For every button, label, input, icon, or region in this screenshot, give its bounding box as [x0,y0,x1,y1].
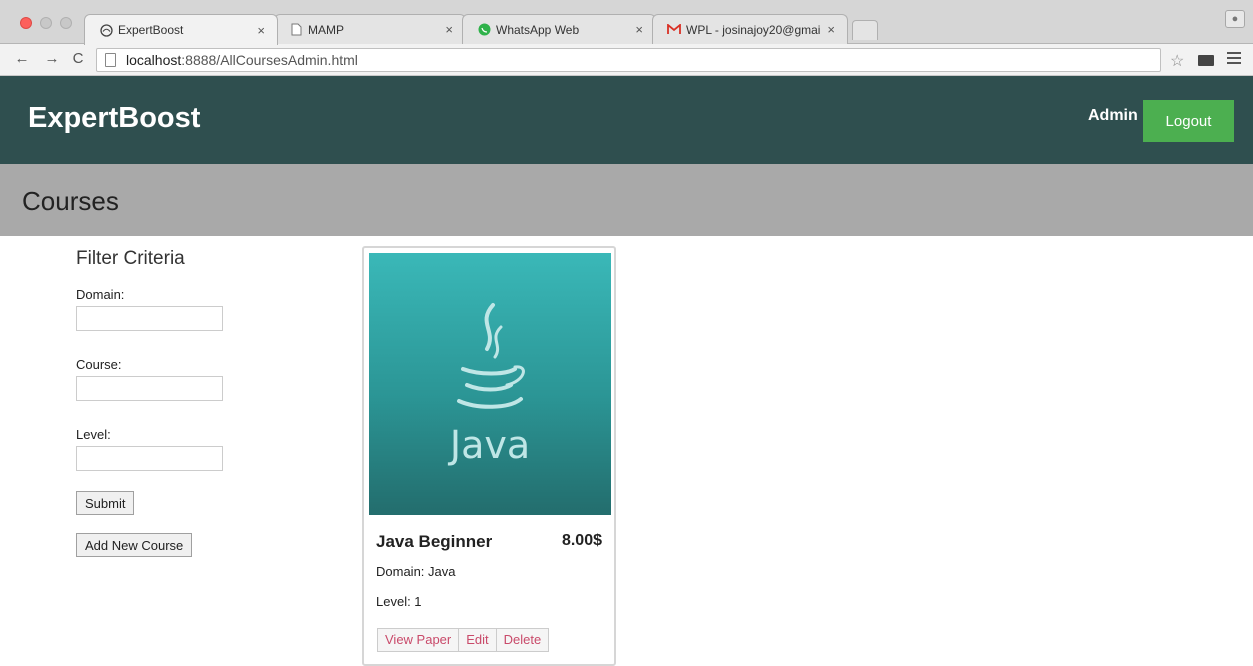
course-input[interactable] [76,376,223,401]
window-minimize-button[interactable] [40,17,52,29]
browser-tab-bar: ExpertBoost × MAMP × WhatsApp Web × WPL … [0,0,1253,45]
course-domain: Domain: Java [376,564,456,579]
tab-close-icon[interactable]: × [445,22,453,37]
tab-title: MAMP [308,22,344,37]
browser-tab-expertboost[interactable]: ExpertBoost × [84,14,278,45]
bookmark-star-icon[interactable]: ☆ [1170,51,1184,71]
course-price: 8.00$ [561,532,602,549]
page-title-bar: Courses [0,164,1253,236]
reload-icon[interactable]: C [68,50,88,67]
course-label: Course: [76,357,122,372]
browser-tab-mamp[interactable]: MAMP × [274,14,466,44]
domain-label: Domain: [76,287,125,302]
url-path: :8888/AllCoursesAdmin.html [181,52,358,68]
page-title: Courses [22,186,119,216]
edit-button[interactable]: Edit [458,628,497,652]
domain-input[interactable] [76,306,223,331]
tab-close-icon[interactable]: × [257,23,265,38]
cast-icon[interactable] [1198,55,1214,66]
site-header: ExpertBoost Admin Logout [0,76,1253,164]
user-role-label: Admin [1088,107,1138,124]
course-level: Level: 1 [376,594,422,609]
filter-panel: Filter Criteria Domain: Course: Level: S… [76,248,316,557]
site-brand: ExpertBoost [28,102,201,134]
filter-heading: Filter Criteria [76,248,185,269]
browser-tab-gmail[interactable]: WPL - josinajoy20@gmail.c × [652,14,848,44]
profile-icon[interactable]: ● [1225,10,1245,28]
window-zoom-button[interactable] [60,17,72,29]
course-image-caption: Java [448,423,530,467]
course-card: Java Java Beginner 8.00$ Domain: Java Le… [362,246,616,666]
menu-icon[interactable] [1227,52,1241,66]
url-host: localhost [126,52,182,68]
whatsapp-icon [477,23,491,37]
course-actions: View Paper Edit Delete [377,628,550,652]
view-paper-button[interactable]: View Paper [377,628,460,652]
browser-toolbar: ← → C localhost:8888/AllCoursesAdmin.htm… [0,44,1253,76]
level-label: Level: [76,427,111,442]
page-document-icon [105,53,116,67]
tab-close-icon[interactable]: × [635,22,643,37]
java-logo-icon: Java [448,303,530,467]
gmail-icon [667,23,681,37]
globe-icon [99,23,113,37]
window-close-button[interactable] [20,17,32,29]
course-image: Java [369,253,611,515]
delete-button[interactable]: Delete [495,628,550,652]
address-bar[interactable]: localhost:8888/AllCoursesAdmin.html [96,48,1161,72]
level-input[interactable] [76,446,223,471]
tab-title: WPL - josinajoy20@gmail.c [686,22,822,37]
new-tab-button[interactable] [852,20,878,40]
course-name: Java Beginner [376,532,493,551]
logout-button[interactable]: Logout [1143,100,1234,142]
document-icon [289,23,303,37]
forward-arrow-icon[interactable]: → [42,50,62,67]
browser-tab-whatsapp[interactable]: WhatsApp Web × [462,14,656,44]
tab-close-icon[interactable]: × [827,22,835,37]
add-new-course-button[interactable]: Add New Course [76,533,193,557]
submit-button[interactable]: Submit [76,491,135,515]
back-arrow-icon[interactable]: ← [12,50,32,67]
tab-title: WhatsApp Web [496,22,580,37]
tab-title: ExpertBoost [118,23,184,37]
